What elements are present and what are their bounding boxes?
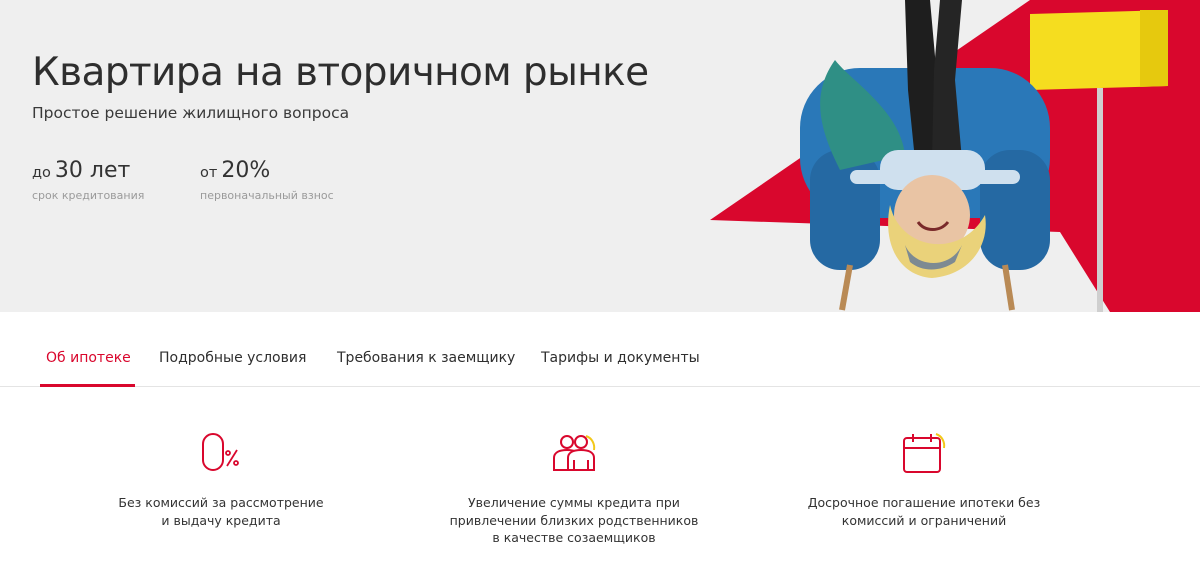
feature-no-fees: Без комиссий за рассмотрение и выдачу кр… [71, 430, 371, 529]
tab-detailed-terms[interactable]: Подробные условия [159, 350, 306, 366]
hero-banner: Квартира на вторичном рынке Простое реше… [0, 0, 1200, 312]
tab-bar: Об ипотеке Подробные условия Требования … [0, 312, 1200, 387]
zero-percent-icon [202, 433, 239, 471]
active-tab-indicator [40, 384, 135, 387]
stat-number: 30 лет [54, 158, 131, 183]
co-borrowers-icon [553, 435, 596, 471]
feature-co-borrowers: Увеличение суммы кредита при привлечении… [424, 430, 724, 547]
stat-prefix: от [200, 165, 218, 181]
stat-prefix: до [32, 165, 51, 181]
page-subtitle: Простое решение жилищного вопроса [32, 104, 350, 122]
features-section: Без комиссий за рассмотрение и выдачу кр… [0, 388, 1200, 581]
feature-text: Без комиссий за рассмотрение и выдачу кр… [118, 495, 324, 528]
tab-about-mortgage[interactable]: Об ипотеке [46, 350, 131, 366]
stat-value: до 30 лет [32, 158, 144, 183]
tab-borrower-requirements[interactable]: Требования к заемщику [337, 350, 515, 366]
hero-illustration [710, 0, 1200, 312]
stat-loan-term: до 30 лет срок кредитования [32, 158, 144, 202]
stat-number: 20% [221, 158, 271, 183]
feature-text: Увеличение суммы кредита при привлечении… [449, 495, 699, 545]
stat-label: срок кредитования [32, 189, 145, 202]
page-title: Квартира на вторичном рынке [32, 50, 649, 95]
feature-early-repayment: Досрочное погашение ипотеки без комиссий… [774, 430, 1074, 529]
tab-rates-documents[interactable]: Тарифы и документы [541, 350, 700, 366]
stat-label: первоначальный взнос [200, 189, 334, 202]
calendar-icon [903, 433, 946, 473]
feature-text: Досрочное погашение ипотеки без комиссий… [807, 495, 1041, 528]
stat-down-payment: от 20% первоначальный взнос [200, 158, 334, 202]
stat-value: от 20% [200, 158, 334, 183]
